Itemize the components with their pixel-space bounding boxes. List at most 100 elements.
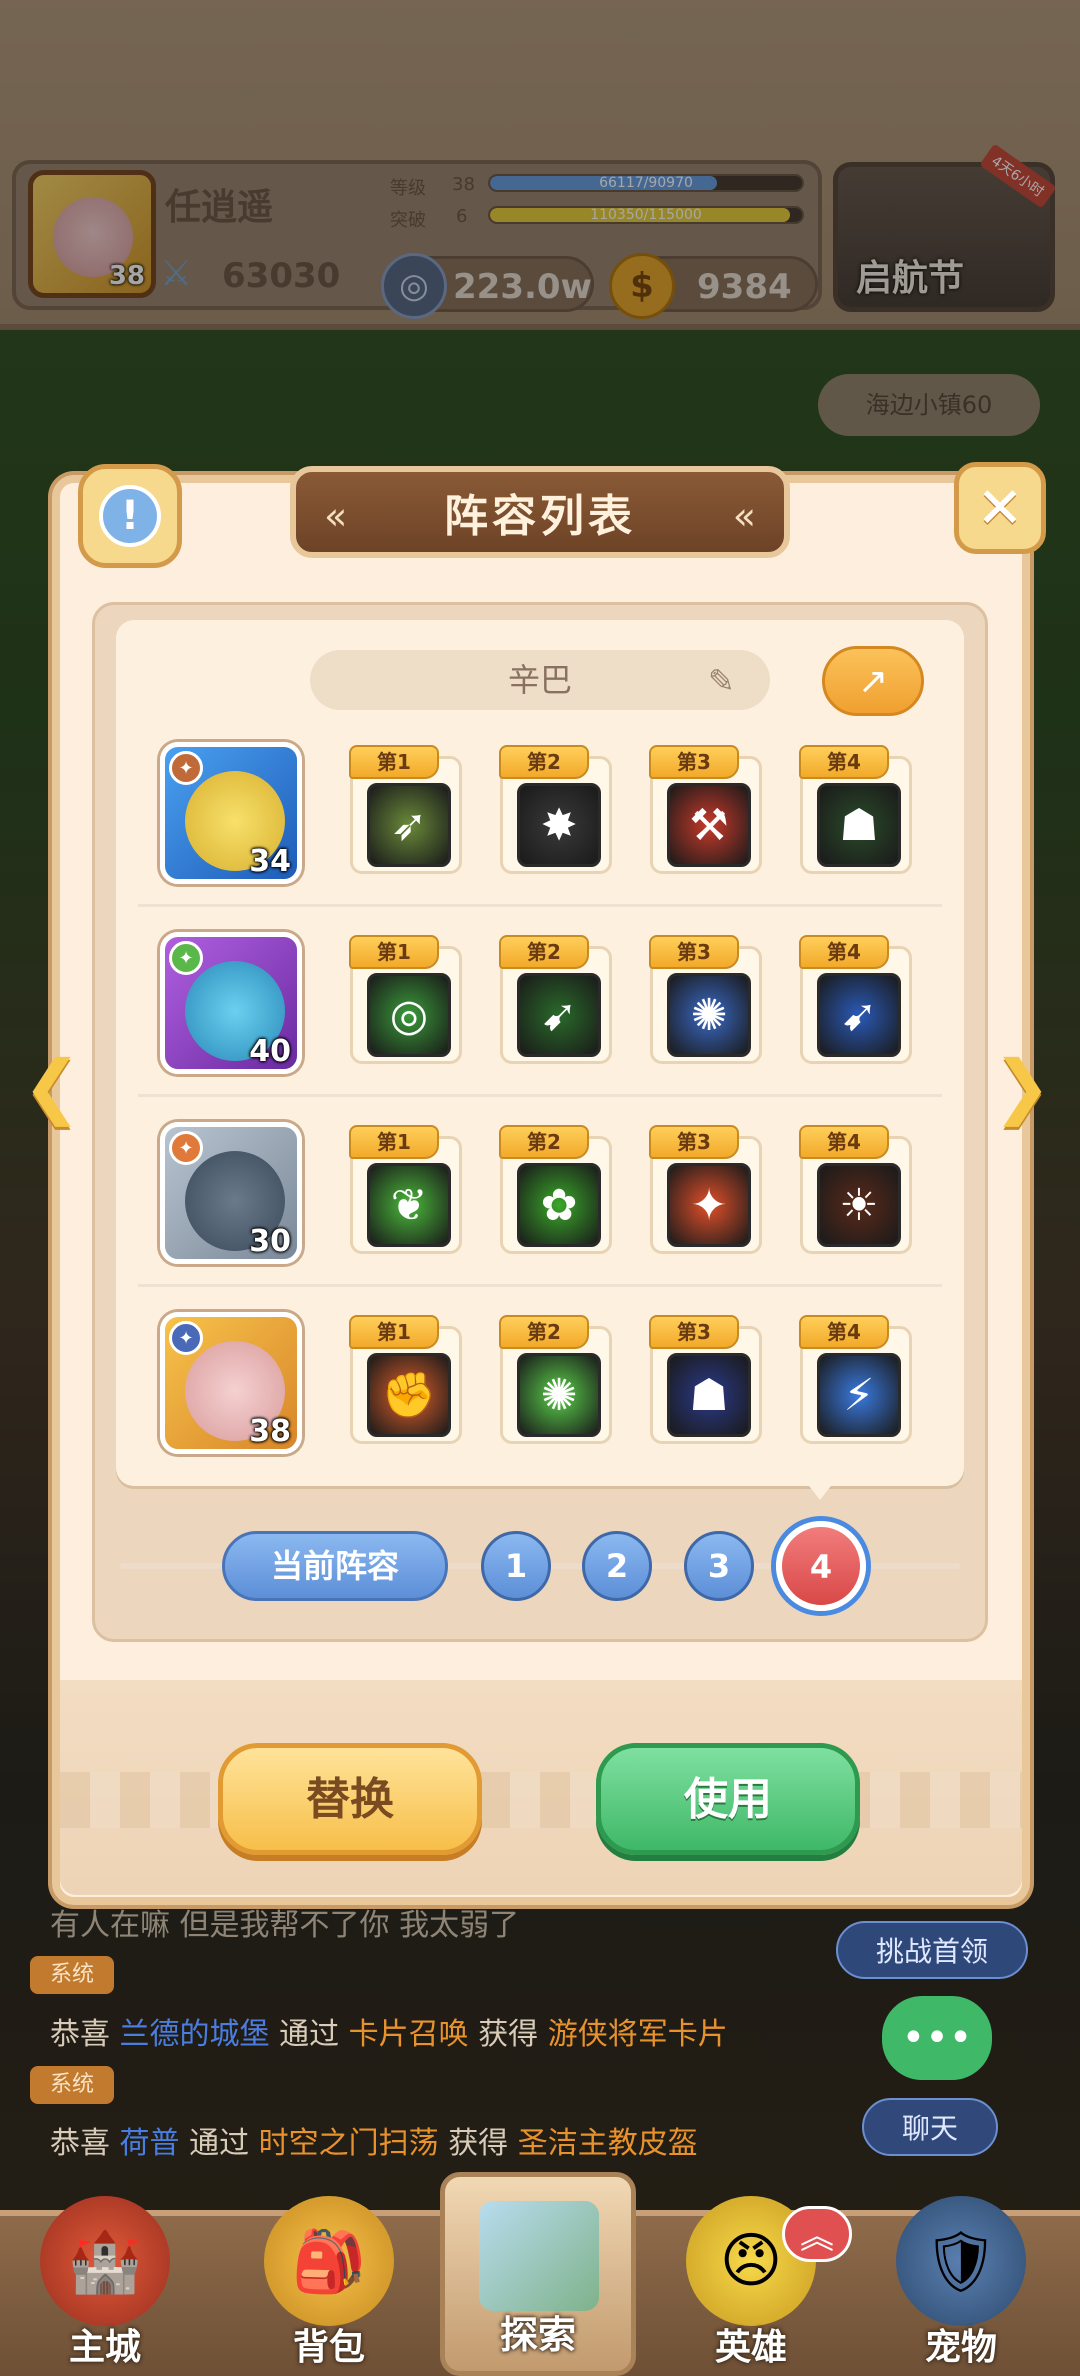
maple-leaf-icon: ✿: [517, 1163, 601, 1247]
chat-item: 圣洁主教皮盔: [517, 2126, 698, 2161]
row-divider: [138, 904, 942, 907]
chat-text: 通过: [189, 2126, 250, 2161]
ice-spear-icon: ➹: [817, 973, 901, 1057]
leaf-icon: ❦: [367, 1163, 451, 1247]
lineup-tab-4[interactable]: 4: [776, 1521, 866, 1611]
chat-source: 卡片召唤: [348, 2017, 469, 2052]
challenge-boss-button[interactable]: 挑战首领: [836, 1921, 1028, 1979]
hero-level: 34: [249, 844, 291, 879]
skill-slot[interactable]: 第1 ◎: [349, 935, 462, 1064]
nav-label: 宠物: [924, 2327, 997, 2368]
chat-text: 获得: [478, 2017, 539, 2052]
axe-icon: ⚒: [667, 783, 751, 867]
modal-footer-scenery: [60, 1680, 1022, 1895]
next-arrow-icon[interactable]: ❯: [990, 1045, 1054, 1127]
share-icon: ↗: [857, 660, 889, 702]
leaf-swirl-icon: ✦: [169, 941, 203, 975]
chat-player-link[interactable]: 荷普: [120, 2126, 180, 2161]
hero-portrait[interactable]: ✦ 34: [160, 742, 302, 884]
skill-slot[interactable]: 第2 ✿: [499, 1125, 612, 1254]
system-tag: 系统: [30, 1956, 114, 1994]
backpack-icon: 🎒: [264, 2196, 394, 2326]
nav-label: 主城: [68, 2327, 141, 2368]
chat-bubble-icon[interactable]: •••: [882, 1996, 992, 2080]
skill-slot[interactable]: 第1 ➶: [349, 745, 462, 874]
skill-slot[interactable]: 第4 ⚡: [799, 1315, 912, 1444]
nav-label: 背包: [292, 2327, 365, 2368]
skill-slot[interactable]: 第4 ☀: [799, 1125, 912, 1254]
dark-totem-icon: ☗: [817, 783, 901, 867]
hero-portrait[interactable]: ✦ 30: [160, 1122, 302, 1264]
info-button[interactable]: !: [78, 464, 182, 568]
lineup-tab-3[interactable]: 3: [684, 1531, 754, 1601]
skill-order-tag: 第2: [499, 745, 589, 779]
use-button[interactable]: 使用: [596, 1743, 860, 1855]
exclamation-icon: !: [99, 485, 161, 547]
nav-backpack[interactable]: 🎒 背包: [244, 2196, 414, 2376]
skill-order-tag: 第2: [499, 1125, 589, 1159]
chat-text: 恭喜: [50, 2017, 110, 2052]
skill-slot[interactable]: 第4 ➹: [799, 935, 912, 1064]
skill-slot[interactable]: 第2 ✸: [499, 745, 612, 874]
close-button[interactable]: ✕: [954, 462, 1046, 554]
modal-title: 阵容列表: [444, 491, 636, 542]
chevron-left-icon: «: [732, 494, 756, 538]
modal-title-bar: « 阵容列表 «: [290, 466, 790, 558]
hero-level: 38: [249, 1414, 291, 1449]
hero-level: 30: [249, 1224, 291, 1259]
row-divider: [138, 1284, 942, 1287]
chat-button[interactable]: 聊天: [862, 2098, 998, 2156]
lineup-name[interactable]: 辛巴: [310, 650, 770, 710]
skill-order-tag: 第3: [649, 935, 739, 969]
skill-order-tag: 第1: [349, 935, 439, 969]
rock-burst-icon: ✸: [517, 783, 601, 867]
skill-slot[interactable]: 第4 ☗: [799, 745, 912, 874]
upgrade-badge-icon: ︽: [782, 2206, 852, 2262]
swords-icon: ✦: [169, 751, 203, 785]
chat-source: 时空之门扫荡: [258, 2126, 439, 2161]
edit-icon[interactable]: ✎: [708, 662, 735, 700]
nav-label: 英雄: [714, 2327, 787, 2368]
nav-main-city[interactable]: 🏰 主城: [20, 2196, 190, 2376]
skill-order-tag: 第1: [349, 745, 439, 779]
prev-arrow-icon[interactable]: ❮: [20, 1045, 84, 1127]
skill-slot[interactable]: 第3 ⚒: [649, 745, 762, 874]
skill-slot[interactable]: 第3 ✦: [649, 1125, 762, 1254]
fist-icon: ✊: [367, 1353, 451, 1437]
map-icon: [479, 2201, 599, 2311]
chat-text: 通过: [279, 2017, 340, 2052]
nav-explore[interactable]: 探索: [440, 2172, 636, 2376]
chat-partial-line: 有人在嘛 但是我帮不了你 我太弱了: [50, 1908, 520, 1943]
skill-slot[interactable]: 第3 ☗: [649, 1315, 762, 1444]
skill-slot[interactable]: 第2 ✺: [499, 1315, 612, 1444]
skill-slot[interactable]: 第1 ❦: [349, 1125, 462, 1254]
nav-label: 探索: [499, 2313, 576, 2357]
anchor-icon: ✦: [169, 1321, 203, 1355]
skill-slot[interactable]: 第1 ✊: [349, 1315, 462, 1444]
hero-level: 40: [249, 1034, 291, 1069]
lineup-tab-2[interactable]: 2: [582, 1531, 652, 1601]
skill-order-tag: 第2: [499, 1315, 589, 1349]
skill-order-tag: 第3: [649, 745, 739, 779]
fire-beast-icon: ☀: [817, 1163, 901, 1247]
system-tag: 系统: [30, 2066, 114, 2104]
share-button[interactable]: ↗: [822, 646, 924, 716]
replace-button[interactable]: 替换: [218, 1743, 482, 1855]
pet-totem-icon: 🛡: [896, 2196, 1026, 2326]
skill-order-tag: 第4: [799, 745, 889, 779]
skill-slot[interactable]: 第3 ✺: [649, 935, 762, 1064]
footer-pattern: [60, 1772, 1022, 1828]
paw-claw-icon: ✦: [667, 1163, 751, 1247]
skill-slot[interactable]: 第2 ➹: [499, 935, 612, 1064]
chat-message: 恭喜 荷普 通过 时空之门扫荡 获得 圣洁主教皮盔: [50, 2118, 698, 2162]
nav-pets[interactable]: 🛡 宠物: [876, 2196, 1046, 2376]
lineup-tab-1[interactable]: 1: [481, 1531, 551, 1601]
green-burst-icon: ✺: [517, 1353, 601, 1437]
skill-order-tag: 第4: [799, 1125, 889, 1159]
chevron-left-icon: «: [324, 494, 348, 538]
hero-portrait[interactable]: ✦ 38: [160, 1312, 302, 1454]
hero-portrait[interactable]: ✦ 40: [160, 932, 302, 1074]
chat-player-link[interactable]: 兰德的城堡: [120, 2017, 270, 2052]
arrows-icon: ➶: [367, 783, 451, 867]
current-lineup-button[interactable]: 当前阵容: [222, 1531, 448, 1601]
